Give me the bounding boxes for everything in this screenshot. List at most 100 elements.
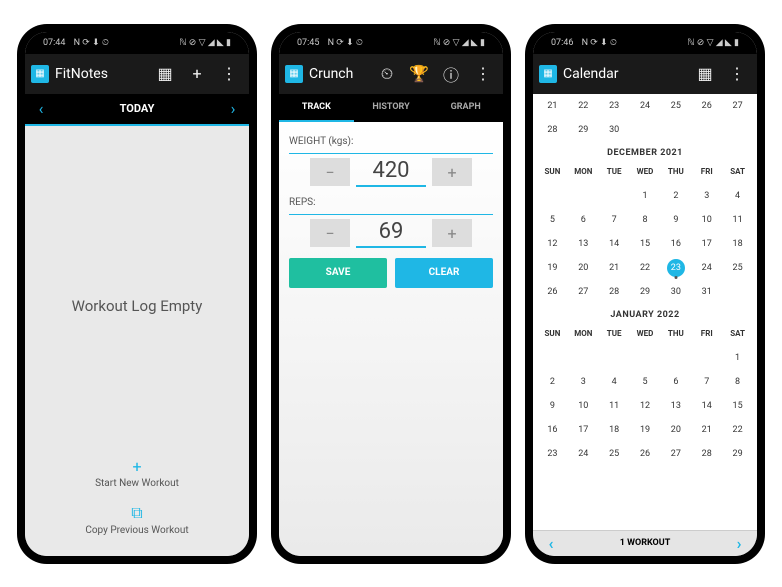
reps-input[interactable]: 69 <box>356 219 426 248</box>
start-new-workout-button[interactable]: + Start New Workout <box>95 457 179 489</box>
calendar-day[interactable]: 13 <box>660 394 691 418</box>
weight-decrement-button[interactable]: − <box>310 158 350 186</box>
add-icon[interactable]: + <box>183 60 211 88</box>
timer-icon[interactable]: ⏲ <box>373 60 401 88</box>
next-button[interactable]: › <box>727 534 751 553</box>
calendar-day[interactable]: 10 <box>691 208 722 232</box>
calendar-day[interactable]: 21 <box>599 256 630 280</box>
calendar-day[interactable]: 29 <box>568 118 599 142</box>
calendar-day[interactable]: 1 <box>630 184 661 208</box>
calendar-day[interactable]: 28 <box>691 442 722 466</box>
calendar-day[interactable]: 7 <box>691 370 722 394</box>
calendar-day[interactable]: 14 <box>599 232 630 256</box>
weight-input[interactable]: 420 <box>356 158 426 187</box>
calendar-day[interactable]: 27 <box>722 94 753 118</box>
calendar-day[interactable]: 22 <box>568 94 599 118</box>
calendar-day[interactable]: 6 <box>660 370 691 394</box>
calendar-day[interactable]: 6 <box>568 208 599 232</box>
calendar-day[interactable]: 28 <box>537 118 568 142</box>
calendar-day[interactable]: 4 <box>722 184 753 208</box>
calendar-day[interactable]: 18 <box>599 418 630 442</box>
calendar-day[interactable]: 25 <box>722 256 753 280</box>
calendar-day[interactable]: 16 <box>660 232 691 256</box>
calendar-day[interactable]: 20 <box>568 256 599 280</box>
calendar-day[interactable]: 8 <box>722 370 753 394</box>
calendar-scroll-area[interactable]: 21222324252627 282930 DECEMBER 2021 SUNM… <box>533 94 757 530</box>
calendar-day[interactable]: 5 <box>537 208 568 232</box>
dow-cell: THU <box>660 322 691 346</box>
save-button[interactable]: SAVE <box>289 258 387 288</box>
calendar-day[interactable]: 12 <box>537 232 568 256</box>
next-day-button[interactable]: › <box>221 99 245 118</box>
today-icon[interactable]: ▦ <box>691 60 719 88</box>
calendar-day[interactable]: 28 <box>599 280 630 304</box>
calendar-day[interactable]: 23 <box>660 256 691 280</box>
calendar-day <box>660 118 691 142</box>
calendar-day[interactable]: 24 <box>630 94 661 118</box>
calendar-day[interactable]: 17 <box>691 232 722 256</box>
tab-history[interactable]: HISTORY <box>354 94 429 122</box>
calendar-day[interactable]: 2 <box>660 184 691 208</box>
calendar-day[interactable]: 23 <box>537 442 568 466</box>
calendar-day[interactable]: 7 <box>599 208 630 232</box>
calendar-day[interactable]: 23 <box>599 94 630 118</box>
calendar-day[interactable]: 15 <box>630 232 661 256</box>
clear-button[interactable]: CLEAR <box>395 258 493 288</box>
calendar-day[interactable]: 31 <box>691 280 722 304</box>
calendar-day[interactable]: 3 <box>568 370 599 394</box>
tab-graph[interactable]: GRAPH <box>428 94 503 122</box>
calendar-day[interactable]: 24 <box>568 442 599 466</box>
prev-day-button[interactable]: ‹ <box>29 99 53 118</box>
calendar-day[interactable]: 11 <box>599 394 630 418</box>
calendar-day[interactable]: 20 <box>660 418 691 442</box>
calendar-day[interactable]: 19 <box>630 418 661 442</box>
calendar-day[interactable]: 1 <box>722 346 753 370</box>
calendar-day[interactable]: 29 <box>630 280 661 304</box>
calendar-day[interactable]: 11 <box>722 208 753 232</box>
calendar-day[interactable]: 12 <box>630 394 661 418</box>
calendar-day[interactable]: 29 <box>722 442 753 466</box>
reps-increment-button[interactable]: + <box>432 219 472 247</box>
calendar-day[interactable]: 26 <box>691 94 722 118</box>
tab-track[interactable]: TRACK <box>279 94 354 122</box>
weight-increment-button[interactable]: + <box>432 158 472 186</box>
calendar-day[interactable]: 21 <box>691 418 722 442</box>
calendar-day[interactable]: 21 <box>537 94 568 118</box>
prev-button[interactable]: ‹ <box>539 534 563 553</box>
calendar-day[interactable]: 24 <box>691 256 722 280</box>
calendar-day <box>537 346 568 370</box>
calendar-day[interactable]: 16 <box>537 418 568 442</box>
calendar-day[interactable]: 25 <box>660 94 691 118</box>
calendar-day[interactable]: 27 <box>660 442 691 466</box>
calendar-day[interactable]: 14 <box>691 394 722 418</box>
calendar-day[interactable]: 22 <box>630 256 661 280</box>
overflow-icon[interactable]: ⋮ <box>469 60 497 88</box>
calendar-day[interactable]: 5 <box>630 370 661 394</box>
calendar-day[interactable]: 10 <box>568 394 599 418</box>
calendar-day[interactable]: 27 <box>568 280 599 304</box>
calendar-day[interactable]: 30 <box>660 280 691 304</box>
calendar-day[interactable]: 9 <box>537 394 568 418</box>
info-icon[interactable]: ⓘ <box>437 60 465 88</box>
calendar-day[interactable]: 13 <box>568 232 599 256</box>
calendar-day[interactable]: 26 <box>630 442 661 466</box>
calendar-day[interactable]: 17 <box>568 418 599 442</box>
calendar-day[interactable]: 26 <box>537 280 568 304</box>
calendar-day[interactable]: 9 <box>660 208 691 232</box>
calendar-day[interactable]: 8 <box>630 208 661 232</box>
overflow-icon[interactable]: ⋮ <box>723 60 751 88</box>
calendar-day[interactable]: 15 <box>722 394 753 418</box>
calendar-day[interactable]: 30 <box>599 118 630 142</box>
calendar-day[interactable]: 22 <box>722 418 753 442</box>
copy-previous-workout-button[interactable]: ⧉ Copy Previous Workout <box>85 503 188 536</box>
reps-decrement-button[interactable]: − <box>310 219 350 247</box>
calendar-day[interactable]: 2 <box>537 370 568 394</box>
calendar-day[interactable]: 18 <box>722 232 753 256</box>
overflow-icon[interactable]: ⋮ <box>215 60 243 88</box>
trophy-icon[interactable]: 🏆 <box>405 60 433 88</box>
calendar-day[interactable]: 3 <box>691 184 722 208</box>
calendar-day[interactable]: 4 <box>599 370 630 394</box>
calendar-day[interactable]: 19 <box>537 256 568 280</box>
calendar-icon[interactable]: ▦ <box>151 60 179 88</box>
calendar-day[interactable]: 25 <box>599 442 630 466</box>
